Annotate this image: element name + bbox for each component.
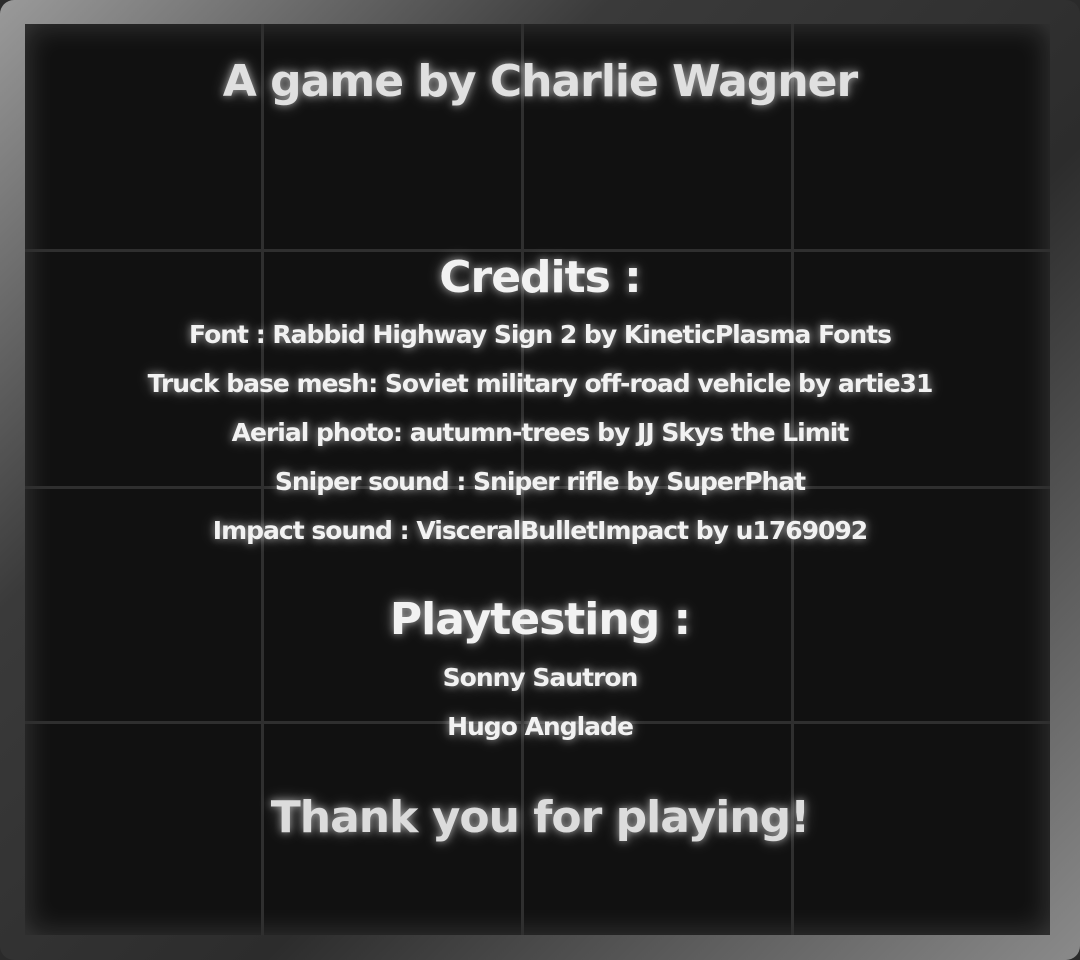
playtesting-heading: Playtesting :: [389, 594, 691, 645]
credit-line: Aerial photo: autumn-trees by JJ Skys th…: [231, 418, 850, 447]
playtester-name: Sonny Sautron: [442, 663, 639, 692]
credits-heading: Credits :: [439, 252, 642, 303]
thank-you-message: Thank you for playing!: [270, 792, 810, 843]
playtester-name: Hugo Anglade: [447, 712, 634, 741]
credit-line: Font : Rabbid Highway Sign 2 by KineticP…: [189, 320, 892, 349]
credit-line: Truck base mesh: Soviet military off-roa…: [147, 369, 934, 398]
game-author-title: A game by Charlie Wagner: [222, 56, 858, 107]
credit-line: Impact sound : VisceralBulletImpact by u…: [212, 516, 868, 545]
credit-line: Sniper sound : Sniper rifle by SuperPhat: [274, 467, 806, 496]
